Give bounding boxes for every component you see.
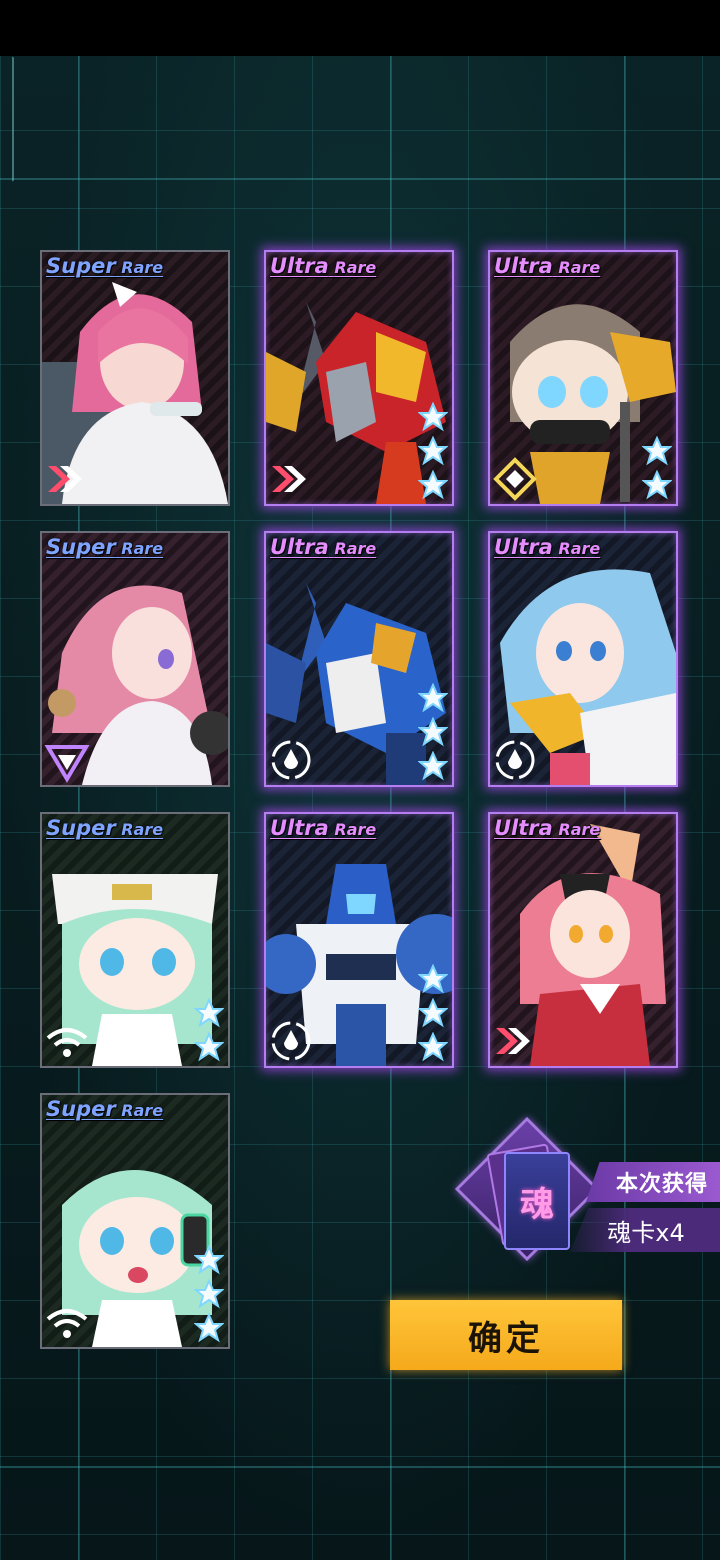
- character-card[interactable]: Ultra Rare: [264, 250, 454, 506]
- wifi-icon: [46, 1028, 88, 1057]
- star-icon: [194, 1032, 224, 1062]
- star-rating: [642, 432, 674, 500]
- rarity-main: Ultra: [494, 816, 553, 840]
- rarity-main: Super: [46, 816, 116, 840]
- grid-line: [0, 1466, 720, 1468]
- star-icon: [418, 717, 448, 747]
- character-card[interactable]: Ultra Rare: [264, 531, 454, 787]
- star-icon: [418, 683, 448, 713]
- triangle-icon: [44, 745, 90, 783]
- star-icon: [418, 998, 448, 1028]
- rarity-sub: Rare: [334, 820, 377, 839]
- rarity-sub: Rare: [334, 258, 377, 277]
- rarity-main: Ultra: [494, 254, 553, 278]
- character-card[interactable]: Ultra Rare: [264, 812, 454, 1068]
- soul-card-icon: 魂: [504, 1152, 570, 1250]
- star-rating: [194, 994, 226, 1062]
- character-card[interactable]: Super Rare: [40, 250, 230, 506]
- side-bracket: [0, 46, 14, 192]
- star-icon: [194, 1279, 224, 1309]
- rarity-label: Super Rare: [46, 816, 163, 840]
- confirm-label: 确定: [468, 1318, 544, 1359]
- rarity-label: Ultra Rare: [270, 254, 376, 278]
- star-icon: [418, 751, 448, 781]
- status-bar: [0, 0, 720, 56]
- diamond-icon: [493, 457, 537, 501]
- rarity-label: Ultra Rare: [270, 535, 376, 559]
- reward-summary: 魂 本次获得 魂卡x4: [454, 1116, 720, 1268]
- rarity-sub: Rare: [558, 539, 601, 558]
- rarity-main: Ultra: [270, 535, 329, 559]
- star-icon: [194, 998, 224, 1028]
- rarity-label: Ultra Rare: [494, 816, 600, 840]
- rarity-sub: Rare: [558, 258, 601, 277]
- reward-count-box: 魂卡x4: [570, 1208, 720, 1252]
- chevrons-icon: [48, 466, 82, 492]
- chevrons-icon: [272, 466, 306, 492]
- star-rating: [194, 1241, 226, 1343]
- rarity-main: Ultra: [270, 254, 329, 278]
- character-card[interactable]: Ultra Rare: [488, 812, 678, 1068]
- rarity-sub: Rare: [121, 1101, 164, 1120]
- character-card[interactable]: Super Rare: [40, 531, 230, 787]
- drop-circle-icon: [271, 1021, 311, 1061]
- star-icon: [418, 1032, 448, 1062]
- character-card[interactable]: Ultra Rare: [488, 531, 678, 787]
- grid-line: [0, 178, 720, 180]
- reward-label-box: 本次获得: [586, 1162, 720, 1202]
- reward-count: 魂卡x4: [607, 1218, 685, 1247]
- star-icon: [418, 470, 448, 500]
- star-icon: [418, 436, 448, 466]
- rarity-main: Ultra: [270, 816, 329, 840]
- star-rating: [418, 679, 450, 781]
- character-card[interactable]: Super Rare: [40, 1093, 230, 1349]
- wifi-icon: [46, 1309, 88, 1338]
- reward-label: 本次获得: [615, 1172, 708, 1197]
- drop-circle-icon: [271, 740, 311, 780]
- rarity-label: Super Rare: [46, 254, 163, 278]
- star-rating: [418, 960, 450, 1062]
- star-icon: [642, 470, 672, 500]
- star-icon: [194, 1313, 224, 1343]
- soul-card-glyph: 魂: [520, 1184, 554, 1225]
- star-icon: [418, 964, 448, 994]
- character-card[interactable]: Super Rare: [40, 812, 230, 1068]
- rarity-sub: Rare: [121, 258, 164, 277]
- confirm-button[interactable]: 确定: [390, 1300, 622, 1370]
- star-icon: [194, 1245, 224, 1275]
- rarity-sub: Rare: [558, 820, 601, 839]
- rarity-label: Ultra Rare: [494, 254, 600, 278]
- rarity-label: Super Rare: [46, 535, 163, 559]
- rarity-main: Super: [46, 1097, 116, 1121]
- rarity-sub: Rare: [121, 820, 164, 839]
- rarity-main: Super: [46, 254, 116, 278]
- rarity-sub: Rare: [334, 539, 377, 558]
- chevrons-icon: [496, 1028, 530, 1054]
- rarity-label: Ultra Rare: [270, 816, 376, 840]
- star-icon: [418, 402, 448, 432]
- rarity-label: Ultra Rare: [494, 535, 600, 559]
- rarity-sub: Rare: [121, 539, 164, 558]
- rarity-main: Super: [46, 535, 116, 559]
- rarity-label: Super Rare: [46, 1097, 163, 1121]
- drop-circle-icon: [495, 740, 535, 780]
- star-icon: [642, 436, 672, 466]
- rarity-main: Ultra: [494, 535, 553, 559]
- character-card[interactable]: Ultra Rare: [488, 250, 678, 506]
- star-rating: [418, 398, 450, 500]
